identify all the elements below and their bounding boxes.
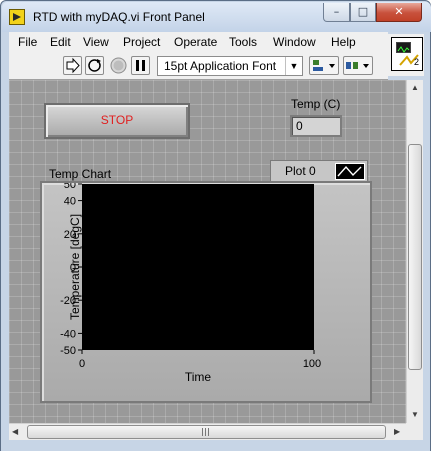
vi-icon: 2 <box>391 37 423 71</box>
menu-window[interactable]: Window <box>273 35 316 49</box>
window-title: RTD with myDAQ.vi Front Panel <box>33 10 205 24</box>
plot-legend[interactable]: Plot 0 <box>270 160 368 182</box>
abort-icon <box>110 57 127 74</box>
vi-icon-screen <box>396 42 411 53</box>
resize-grip[interactable] <box>406 423 423 440</box>
pause-button[interactable] <box>131 56 150 75</box>
legend-plot-name: Plot 0 <box>285 164 316 178</box>
horizontal-scroll-thumb[interactable] <box>27 425 386 439</box>
close-button[interactable]: ✕ <box>376 3 422 22</box>
y-tick-label[interactable]: -40 <box>60 328 76 340</box>
maximize-button[interactable]: □ <box>350 3 376 22</box>
front-panel[interactable]: STOP Temp (C) 0 Temp Chart Plot 0 50 40 20… <box>9 80 406 423</box>
scroll-right-arrow-icon[interactable]: ▶ <box>394 427 400 436</box>
stop-button[interactable]: STOP <box>44 103 190 139</box>
x-tick-label[interactable]: 100 <box>303 358 321 370</box>
labview-app-icon[interactable] <box>9 9 25 25</box>
y-axis-title: Temperature [degC] <box>68 214 82 320</box>
plot-area[interactable] <box>82 184 314 350</box>
waveform-chart[interactable]: 50 40 20 0 -20 -40 -50 0 100 Time Temperature [deg… <box>40 181 372 403</box>
menu-view[interactable]: View <box>83 35 109 49</box>
y-tick-label[interactable]: 50 <box>64 183 76 191</box>
horizontal-scrollbar[interactable]: ◀ ▶ <box>9 423 406 440</box>
chevron-down-icon[interactable]: ▼ <box>285 57 302 75</box>
title-bar[interactable]: RTD with myDAQ.vi Front Panel – □ ✕ <box>2 2 431 32</box>
vertical-scrollbar[interactable]: ▲ ▼ <box>406 80 423 423</box>
run-continuously-button[interactable] <box>85 56 104 75</box>
font-dropdown-value: 15pt Application Font <box>164 59 277 73</box>
align-objects-button[interactable] <box>309 56 339 75</box>
run-arrow-icon <box>66 57 80 74</box>
labview-window: RTD with myDAQ.vi Front Panel – □ ✕ File… <box>0 0 431 451</box>
menu-tools[interactable]: Tools <box>229 35 257 49</box>
legend-line-swatch[interactable] <box>335 163 365 180</box>
pause-icon <box>136 60 145 71</box>
connector-pane-number: 2 <box>414 57 420 67</box>
abort-button[interactable] <box>109 56 128 75</box>
chart-svg: 5040200-20-40-500 100TimeTemperature [deg… <box>60 183 321 384</box>
y-tick-label[interactable]: 40 <box>64 196 76 208</box>
scroll-up-arrow-icon[interactable]: ▲ <box>407 83 423 92</box>
menu-operate[interactable]: Operate <box>174 35 217 49</box>
temp-indicator: 0 <box>290 115 342 137</box>
temp-indicator-label: Temp (C) <box>291 97 341 111</box>
x-tick-label[interactable]: 0 <box>79 358 85 370</box>
menu-file[interactable]: File <box>18 35 37 49</box>
scroll-grip-icon <box>202 428 211 436</box>
align-objects-icon <box>313 60 335 71</box>
run-button[interactable] <box>63 56 82 75</box>
toolbar: 15pt Application Font ▼ <box>9 52 388 80</box>
scroll-left-arrow-icon[interactable]: ◀ <box>12 427 18 436</box>
menu-edit[interactable]: Edit <box>50 35 71 49</box>
menu-bar: File Edit View Project Operate Tools Win… <box>9 32 388 52</box>
run-continuously-icon <box>88 59 101 72</box>
text-settings-dropdown[interactable]: 15pt Application Font <box>157 56 303 76</box>
window-bottom-border <box>1 440 430 451</box>
x-axis-title: Time <box>185 370 212 384</box>
line-plot-icon <box>337 165 362 177</box>
vertical-scroll-thumb[interactable] <box>408 144 422 370</box>
connector-pane[interactable]: 2 <box>388 34 424 76</box>
scroll-down-arrow-icon[interactable]: ▼ <box>407 410 423 419</box>
menu-project[interactable]: Project <box>123 35 160 49</box>
menu-help[interactable]: Help <box>331 35 356 49</box>
distribute-objects-icon <box>346 62 369 69</box>
minimize-button[interactable]: – <box>323 3 350 22</box>
distribute-objects-button[interactable] <box>343 56 373 75</box>
temp-indicator-value: 0 <box>296 119 303 133</box>
y-tick-label[interactable]: -50 <box>60 345 76 357</box>
chart-label: Temp Chart <box>49 167 112 181</box>
